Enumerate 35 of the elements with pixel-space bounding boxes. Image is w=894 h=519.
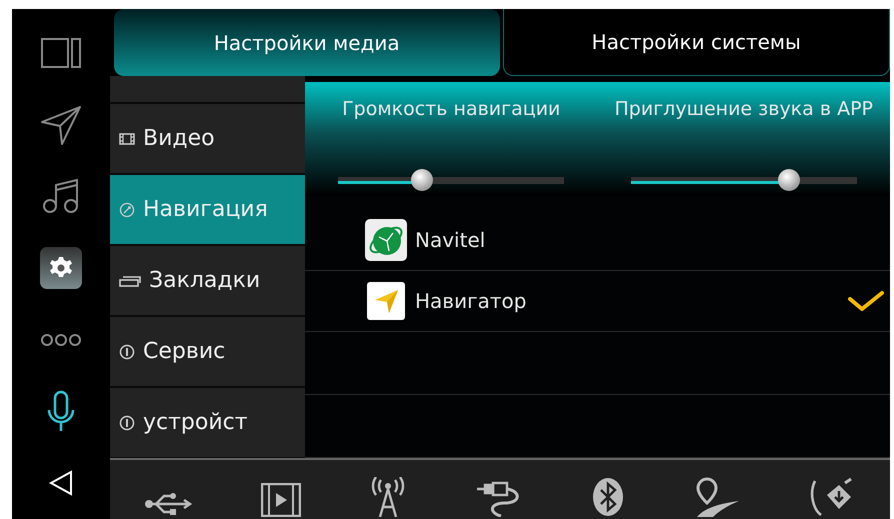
antenna-icon[interactable] <box>370 477 406 517</box>
compass-icon <box>119 202 135 218</box>
back-triangle-icon[interactable] <box>48 470 74 496</box>
volume-slider[interactable] <box>338 169 564 191</box>
music-note-icon[interactable] <box>42 178 80 214</box>
volume-slider[interactable] <box>630 169 857 191</box>
panels-icon[interactable] <box>41 38 81 68</box>
checkmark-icon <box>848 290 884 312</box>
slider-thumb[interactable] <box>778 169 800 191</box>
sidebar-item[interactable]: устройст <box>110 388 305 458</box>
app-row[interactable]: Navitel <box>305 210 890 271</box>
film-icon <box>119 132 135 144</box>
sidebar-item[interactable]: Закладки <box>110 246 305 317</box>
bluetooth-icon[interactable] <box>592 477 624 517</box>
film-play-icon[interactable] <box>261 483 302 517</box>
sidebar-item[interactable]: Сервис <box>110 317 305 388</box>
arrow-app-icon <box>365 282 407 320</box>
more-dots-icon[interactable] <box>40 332 82 347</box>
info-icon <box>119 414 135 430</box>
bookmark-icon <box>119 274 141 286</box>
sidebar-item[interactable]: Видео <box>110 104 305 175</box>
app-name: Навигатор <box>415 289 528 313</box>
microphone-icon[interactable] <box>47 390 75 432</box>
tab[interactable]: Настройки медиа <box>114 9 500 76</box>
slider-label: Громкость навигации <box>341 97 562 122</box>
app-name: Navitel <box>415 228 486 252</box>
settings-icon[interactable] <box>40 247 82 290</box>
sidebar-item[interactable]: Навигация <box>110 175 305 246</box>
usb-icon[interactable] <box>144 491 192 517</box>
navigation-arrow-icon[interactable] <box>40 104 82 146</box>
slider-label: Приглушение звука в APP <box>614 97 874 122</box>
globe-app-icon <box>365 219 407 261</box>
app-row[interactable]: Навигатор <box>305 271 890 332</box>
slider-thumb[interactable] <box>410 169 433 191</box>
info-icon <box>119 344 135 360</box>
